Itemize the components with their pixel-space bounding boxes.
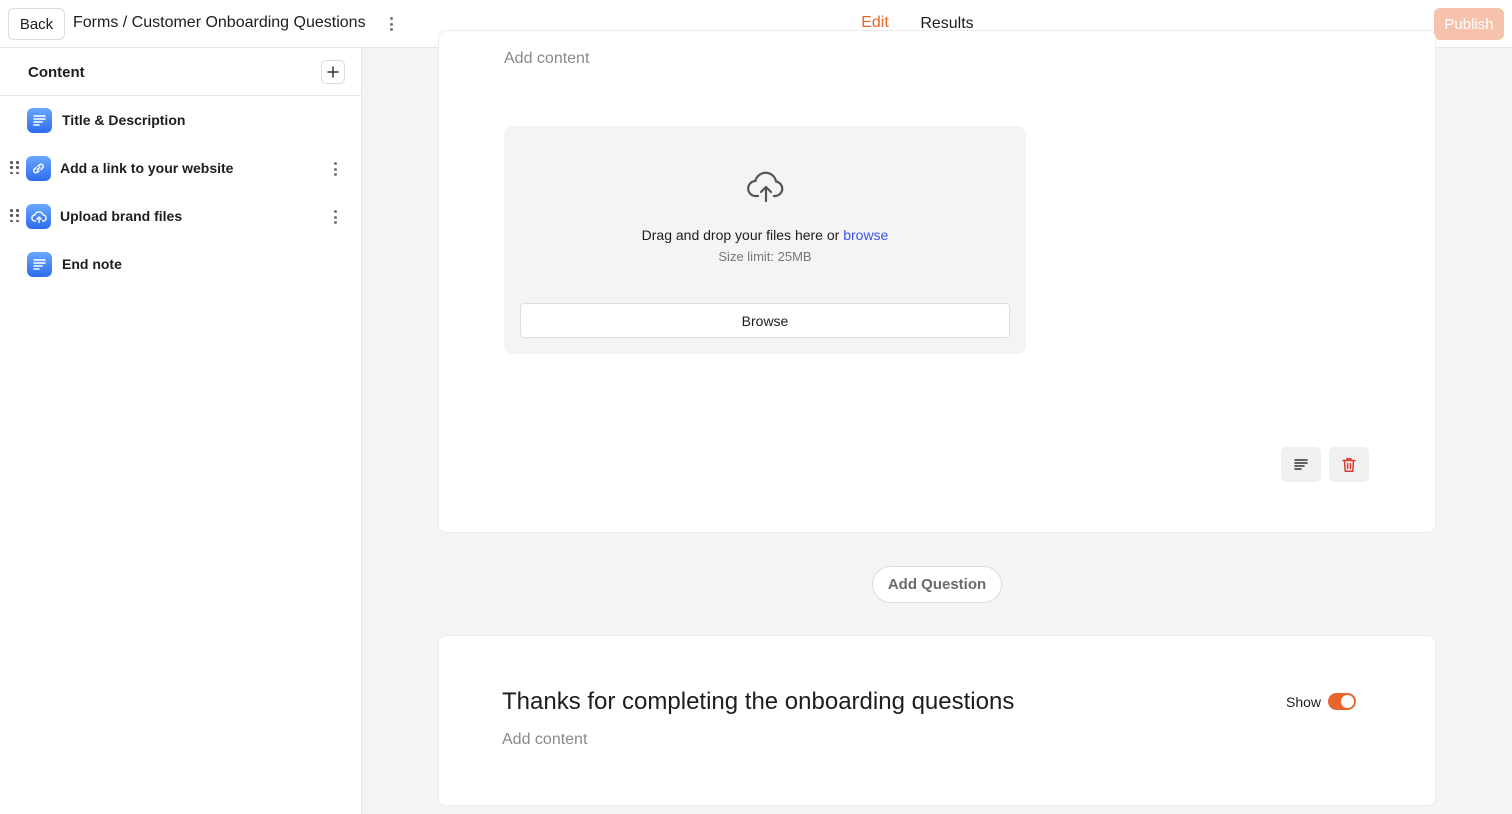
add-question-button[interactable]: Add Question <box>872 566 1002 603</box>
drag-handle-icon[interactable] <box>10 161 19 175</box>
more-vertical-icon[interactable] <box>327 206 343 228</box>
plus-icon <box>327 66 339 78</box>
show-toggle-label: Show <box>1286 694 1322 710</box>
sidebar: Content Title & Description Add a link t… <box>0 48 362 814</box>
show-toggle[interactable] <box>1328 693 1356 710</box>
sidebar-item-label: Title & Description <box>62 112 186 128</box>
add-content-button[interactable] <box>321 60 345 84</box>
sidebar-item-title-description[interactable]: Title & Description <box>0 100 361 140</box>
delete-button[interactable] <box>1329 447 1369 482</box>
sidebar-item-label: Add a link to your website <box>60 160 234 176</box>
format-button[interactable] <box>1281 447 1321 482</box>
more-vertical-icon[interactable] <box>327 158 343 180</box>
sidebar-item-upload-brand-files[interactable]: Upload brand files <box>0 196 361 236</box>
browse-link[interactable]: browse <box>843 227 888 243</box>
end-note-card <box>438 635 1436 806</box>
breadcrumb: Forms / Customer Onboarding Questions <box>73 14 366 31</box>
drop-instructions: Drag and drop your files here or browse <box>641 227 889 243</box>
publish-button[interactable]: Publish <box>1434 8 1504 40</box>
sidebar-item-label: Upload brand files <box>60 208 183 224</box>
sidebar-title: Content <box>28 64 85 81</box>
sidebar-item-label: End note <box>62 256 122 272</box>
end-note-content-input[interactable]: Add content <box>502 731 587 749</box>
more-vertical-icon[interactable] <box>383 12 399 36</box>
browse-button[interactable]: Browse <box>520 303 1010 338</box>
cloud-upload-icon <box>747 171 784 203</box>
sidebar-header: Content <box>0 48 361 96</box>
text-lines-icon <box>27 108 52 133</box>
drag-handle-icon[interactable] <box>10 209 19 223</box>
sidebar-item-end-note[interactable]: End note <box>0 244 361 284</box>
cloud-upload-icon <box>26 204 51 229</box>
trash-icon <box>1342 457 1356 472</box>
file-dropzone[interactable]: Drag and drop your files here or browse … <box>504 126 1026 354</box>
size-limit-text: Size limit: 25MB <box>718 249 812 264</box>
end-note-title[interactable]: Thanks for completing the onboarding que… <box>502 688 1014 716</box>
text-lines-icon <box>27 252 52 277</box>
link-icon <box>26 156 51 181</box>
question-description-input[interactable]: Add content <box>504 50 589 68</box>
back-button[interactable]: Back <box>8 8 65 40</box>
sidebar-item-add-link[interactable]: Add a link to your website <box>0 148 361 188</box>
text-align-icon <box>1294 458 1308 470</box>
